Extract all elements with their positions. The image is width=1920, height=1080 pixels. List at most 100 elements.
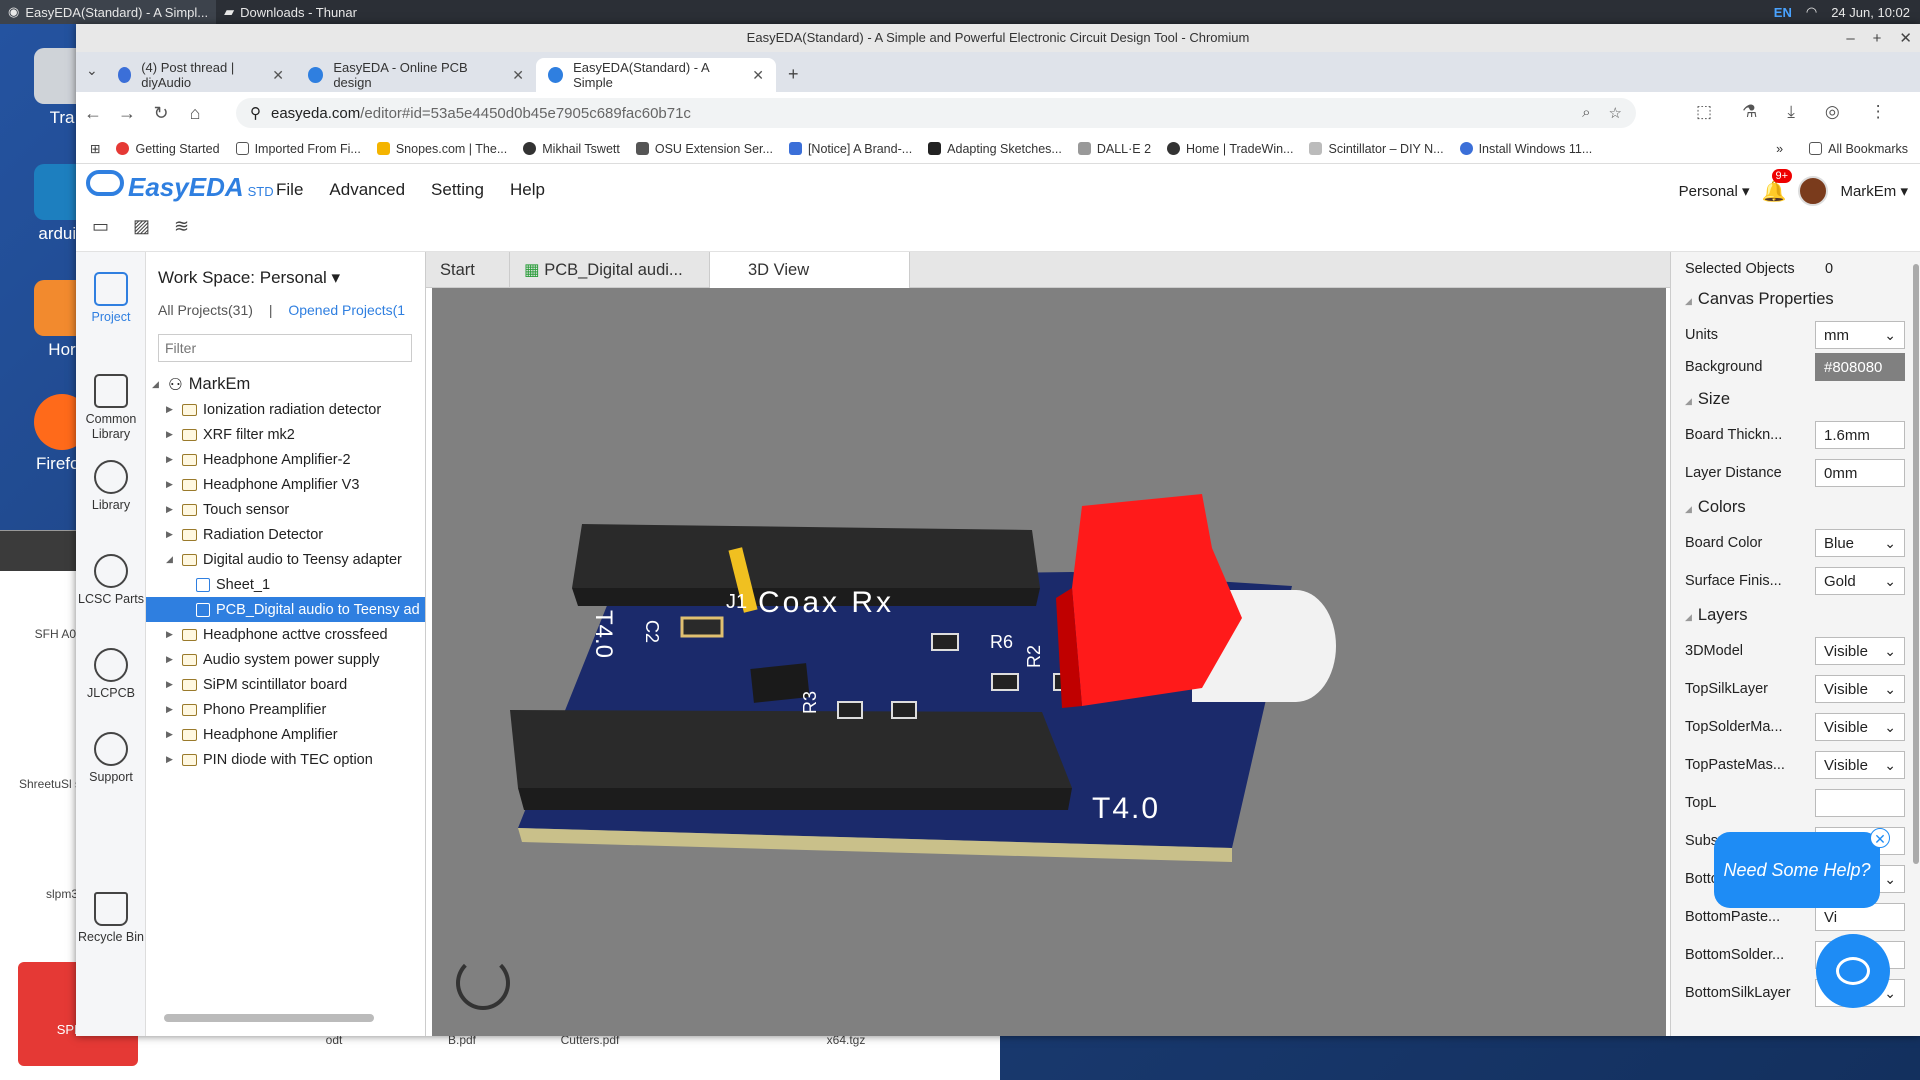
tree-item[interactable]: ▶ Headphone Amplifier: [146, 722, 425, 747]
layer-visibility-select[interactable]: Visible: [1815, 713, 1905, 741]
rail-common-library[interactable]: Common Library: [76, 374, 146, 442]
tree-item[interactable]: ▶ Touch sensor: [146, 497, 425, 522]
reload-icon[interactable]: ↻: [144, 103, 178, 124]
opened-projects-tab[interactable]: Opened Projects(1: [288, 302, 405, 318]
layer-visibility-select[interactable]: Visible: [1815, 751, 1905, 779]
rail-support[interactable]: Support: [76, 732, 146, 785]
image-icon[interactable]: ▨: [133, 216, 150, 237]
bookmark[interactable]: Install Windows 11...: [1459, 142, 1592, 156]
tree-item[interactable]: ▶ Headphone Amplifier V3: [146, 472, 425, 497]
rotate-icon[interactable]: [456, 956, 510, 1010]
menu-advanced[interactable]: Advanced: [329, 180, 405, 200]
bookmark[interactable]: Mikhail Tswett: [523, 142, 620, 156]
tab-diyaudio[interactable]: (4) Post thread | diyAudio ✕: [106, 58, 296, 92]
profile-icon[interactable]: ◎: [1825, 102, 1840, 122]
rail-lcsc-parts[interactable]: LCSC Parts: [76, 554, 146, 607]
keyboard-layout[interactable]: EN: [1774, 5, 1792, 20]
close-icon[interactable]: ✕: [1899, 29, 1912, 47]
section-layers[interactable]: Layers: [1685, 606, 1748, 625]
tree-item[interactable]: ▶ Headphone Amplifier-2: [146, 447, 425, 472]
open-folder-icon[interactable]: ▭: [92, 216, 109, 237]
bookmark[interactable]: Scintillator – DIY N...: [1309, 142, 1444, 156]
menu-help[interactable]: Help: [510, 180, 545, 200]
background-input[interactable]: #808080: [1815, 353, 1905, 381]
vertical-scrollbar[interactable]: [1913, 264, 1919, 864]
tree-item-expanded[interactable]: ◢ Digital audio to Teensy adapter: [146, 547, 425, 572]
tab-3d-view[interactable]: 3D View: [710, 252, 910, 288]
bookmark-star-icon[interactable]: ☆: [1609, 104, 1622, 122]
menu-setting[interactable]: Setting: [431, 180, 484, 200]
layer-visibility-select[interactable]: [1815, 789, 1905, 817]
clock[interactable]: 24 Jun, 10:02: [1831, 5, 1910, 20]
task-thunar[interactable]: ▰ Downloads - Thunar: [216, 0, 365, 24]
bookmark[interactable]: DALL·E 2: [1077, 142, 1151, 156]
user-menu[interactable]: MarkEm ▾: [1840, 182, 1908, 200]
all-bookmarks[interactable]: All Bookmarks: [1809, 142, 1908, 156]
horizontal-scrollbar[interactable]: [164, 1014, 374, 1022]
avatar[interactable]: [1798, 176, 1829, 206]
layer-visibility-select[interactable]: Visible: [1815, 675, 1905, 703]
bookmark[interactable]: [Notice] A Brand-...: [788, 142, 912, 156]
section-size[interactable]: Size: [1685, 390, 1730, 409]
site-info-icon[interactable]: ⚲: [250, 104, 261, 122]
tab-search-icon[interactable]: ⌄: [86, 62, 98, 79]
bookmark[interactable]: Adapting Sketches...: [928, 142, 1062, 156]
bookmark[interactable]: OSU Extension Ser...: [635, 142, 773, 156]
tree-item-sheet[interactable]: Sheet_1: [146, 572, 425, 597]
tree-item[interactable]: ▶ Audio system power supply: [146, 647, 425, 672]
layers-icon[interactable]: ≋: [174, 216, 189, 237]
close-tab-icon[interactable]: ✕: [272, 67, 284, 84]
bookmark[interactable]: Imported From Fi...: [235, 142, 361, 156]
apps-icon[interactable]: ⊞: [90, 141, 100, 156]
tree-item[interactable]: ▶ Headphone acttve crossfeed: [146, 622, 425, 647]
close-help-icon[interactable]: ✕: [1870, 828, 1890, 848]
bell-icon[interactable]: 🔔 9+: [1762, 168, 1793, 204]
tree-item[interactable]: ▶ SiPM scintillator board: [146, 672, 425, 697]
tree-root[interactable]: ◢ ⚇ MarkEm: [146, 372, 425, 397]
back-icon[interactable]: ←: [76, 103, 110, 124]
close-tab-icon[interactable]: ✕: [752, 67, 764, 84]
finish-select[interactable]: Gold: [1815, 567, 1905, 595]
help-bubble[interactable]: Need Some Help?: [1714, 832, 1880, 908]
3d-canvas[interactable]: J1 Coax Rx R6 R2 R3 C2 T4.0 T4.0: [432, 288, 1666, 1036]
wifi-icon[interactable]: ◠: [1806, 4, 1817, 20]
tree-item-pcb-selected[interactable]: PCB_Digital audio to Teensy ad: [146, 597, 425, 622]
address-bar[interactable]: ⚲ easyeda.com/editor#id=53a5e4450d0b45e7…: [236, 98, 1636, 128]
new-tab-icon[interactable]: +: [788, 64, 799, 85]
tab-easyeda-online[interactable]: EasyEDA - Online PCB design ✕: [296, 58, 536, 92]
tab-easyeda-standard[interactable]: EasyEDA(Standard) - A Simple ✕: [536, 58, 776, 92]
bookmark[interactable]: Snopes.com | The...: [376, 142, 507, 156]
tree-item[interactable]: ▶ PIN diode with TEC option: [146, 747, 425, 772]
thickness-input[interactable]: 1.6mm: [1815, 421, 1905, 449]
tree-item[interactable]: ▶ XRF filter mk2: [146, 422, 425, 447]
menu-file[interactable]: File: [276, 180, 303, 200]
units-select[interactable]: mm: [1815, 321, 1905, 349]
minimize-icon[interactable]: –: [1846, 30, 1854, 47]
bookmark[interactable]: Home | TradeWin...: [1167, 142, 1293, 156]
workspace-dropdown[interactable]: Personal ▾: [1679, 182, 1750, 200]
chat-button[interactable]: [1816, 934, 1890, 1008]
all-projects-tab[interactable]: All Projects(31): [158, 302, 253, 318]
workspace-selector[interactable]: Work Space: Personal ▾: [158, 268, 340, 288]
section-canvas-properties[interactable]: Canvas Properties: [1685, 290, 1834, 309]
rail-recycle-bin[interactable]: Recycle Bin: [76, 892, 146, 945]
forward-icon[interactable]: →: [110, 103, 144, 124]
rail-project[interactable]: Project: [76, 272, 146, 325]
extensions-icon[interactable]: ⬚: [1696, 102, 1712, 122]
tree-item[interactable]: ▶ Radiation Detector: [146, 522, 425, 547]
zoom-icon[interactable]: ⌕: [1582, 104, 1590, 122]
tree-item[interactable]: ▶ Phono Preamplifier: [146, 697, 425, 722]
layer-visibility-select[interactable]: Visible: [1815, 637, 1905, 665]
labs-icon[interactable]: ⚗: [1742, 102, 1757, 122]
close-tab-icon[interactable]: ✕: [512, 67, 524, 84]
tree-item[interactable]: ▶ Ionization radiation detector: [146, 397, 425, 422]
rail-library[interactable]: Library: [76, 460, 146, 513]
bookmark[interactable]: Getting Started: [116, 142, 220, 156]
menu-icon[interactable]: ⋮: [1870, 102, 1887, 122]
rail-jlcpcb[interactable]: JLCPCB: [76, 648, 146, 701]
home-icon[interactable]: ⌂: [178, 103, 212, 124]
filter-input[interactable]: [158, 334, 412, 362]
maximize-icon[interactable]: +: [1873, 30, 1882, 47]
board-color-select[interactable]: Blue: [1815, 529, 1905, 557]
tab-pcb[interactable]: ▦ PCB_Digital audi...: [510, 252, 710, 288]
